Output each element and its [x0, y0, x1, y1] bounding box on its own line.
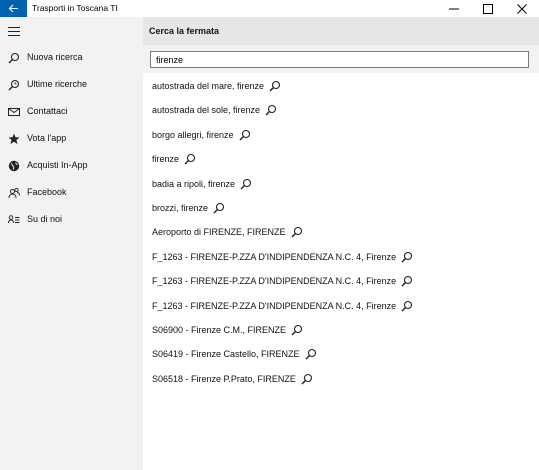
sidebar-item-contattaci[interactable]: Contattaci [0, 100, 143, 124]
result-label: badia a ripoli, firenze [152, 178, 236, 189]
sidebar-item-nuova-ricerca[interactable]: Nuova ricerca [0, 46, 143, 70]
maximize-button[interactable] [471, 0, 505, 17]
results-list: autostrada del mare, firenze autostrada d… [143, 73, 539, 470]
list-item[interactable]: autostrada del sole, firenze [152, 101, 277, 119]
search-icon[interactable] [401, 251, 413, 263]
result-label: brozzi, firenze [152, 203, 209, 213]
search-icon[interactable] [265, 104, 277, 116]
sidebar-item-su-di-noi[interactable]: Su di noi [0, 208, 143, 232]
list-item[interactable]: F_1263 - FIRENZE-P.ZZA D'INDIPENDENZA N.… [152, 297, 413, 315]
result-label: firenze [152, 154, 180, 165]
contact-info-icon [8, 215, 20, 224]
history-icon [8, 79, 20, 91]
list-item[interactable]: autostrada del mare, firenze [152, 77, 281, 95]
maximize-icon [483, 4, 493, 14]
list-item[interactable]: brozzi, firenze [152, 199, 225, 217]
sidebar-item-label: Su di noi [27, 214, 63, 224]
minimize-button[interactable] [437, 0, 471, 17]
sidebar-item-label: Facebook [27, 187, 67, 197]
search-icon[interactable] [401, 300, 413, 312]
list-item[interactable]: badia a ripoli, firenze [152, 175, 252, 193]
page-title: Cerca la fermata [149, 26, 220, 36]
search-icon[interactable] [291, 324, 303, 336]
back-button[interactable] [0, 0, 27, 17]
sidebar-item-label: Acquisti In-App [27, 160, 88, 170]
sidebar-item-acquisti[interactable]: Acquisti In-App [0, 154, 143, 178]
list-item[interactable]: firenze [152, 150, 196, 168]
search-icon[interactable] [213, 202, 225, 214]
search-icon [8, 52, 20, 64]
sidebar-item-label: Vota l'app [27, 133, 67, 143]
sidebar-item-label: Contattaci [27, 106, 68, 116]
search-icon[interactable] [401, 275, 413, 287]
search-icon[interactable] [184, 153, 196, 165]
result-label: S06419 - Firenze Castello, FIRENZE [152, 349, 300, 360]
result-label: autostrada del mare, firenze [152, 81, 265, 91]
hamburger-icon [8, 27, 20, 36]
globe-icon [8, 160, 20, 172]
close-button[interactable] [505, 0, 539, 17]
result-label: Aeroporto di FIRENZE, FIRENZE [152, 227, 286, 238]
result-label: F_1263 - FIRENZE-P.ZZA D'INDIPENDENZA N.… [152, 276, 397, 287]
list-item[interactable]: S06518 - Firenze P.Prato, FIRENZE [152, 370, 313, 388]
list-item[interactable]: F_1263 - FIRENZE-P.ZZA D'INDIPENDENZA N.… [152, 248, 413, 266]
search-input[interactable] [150, 51, 529, 68]
result-label: S06900 - Firenze C.M., FIRENZE [152, 325, 287, 335]
result-label: S06518 - Firenze P.Prato, FIRENZE [152, 373, 296, 384]
list-item[interactable]: F_1263 - FIRENZE-P.ZZA D'INDIPENDENZA N.… [152, 272, 413, 290]
search-icon[interactable] [240, 178, 252, 190]
list-item[interactable]: Aeroporto di FIRENZE, FIRENZE [152, 223, 303, 241]
list-item[interactable]: borgo allegri, firenze [152, 126, 251, 144]
search-icon[interactable] [305, 348, 317, 360]
search-icon[interactable] [301, 373, 313, 385]
close-icon [517, 4, 527, 14]
sidebar-item-facebook[interactable]: Facebook [0, 181, 143, 205]
result-label: autostrada del sole, firenze [152, 105, 261, 116]
sidebar-item-ultime-ricerche[interactable]: Ultime ricerche [0, 73, 143, 97]
search-bar [143, 45, 539, 73]
star-icon [8, 133, 20, 144]
result-label: F_1263 - FIRENZE-P.ZZA D'INDIPENDENZA N.… [152, 251, 397, 262]
hamburger-menu-button[interactable] [5, 24, 23, 38]
sidebar: Nuova ricerca Ultime ricerche Contattaci… [0, 17, 143, 470]
search-icon[interactable] [269, 80, 281, 92]
search-icon[interactable] [291, 226, 303, 238]
sidebar-item-label: Ultime ricerche [27, 79, 88, 89]
page-header: Cerca la fermata [143, 17, 539, 45]
people-icon [8, 187, 20, 199]
sidebar-item-vota-app[interactable]: Vota l'app [0, 127, 143, 151]
list-item[interactable]: S06419 - Firenze Castello, FIRENZE [152, 345, 317, 363]
search-icon[interactable] [239, 129, 251, 141]
list-item[interactable]: S06900 - Firenze C.M., FIRENZE [152, 321, 303, 339]
title-bar: Trasporti in Toscana TI [0, 0, 539, 17]
minimize-icon [449, 8, 459, 10]
window-title: Trasporti in Toscana TI [32, 3, 118, 13]
sidebar-item-label: Nuova ricerca [27, 52, 83, 62]
result-label: F_1263 - FIRENZE-P.ZZA D'INDIPENDENZA N.… [152, 300, 397, 311]
back-arrow-icon [8, 4, 18, 13]
mail-icon [8, 108, 20, 116]
result-label: borgo allegri, firenze [152, 129, 234, 140]
